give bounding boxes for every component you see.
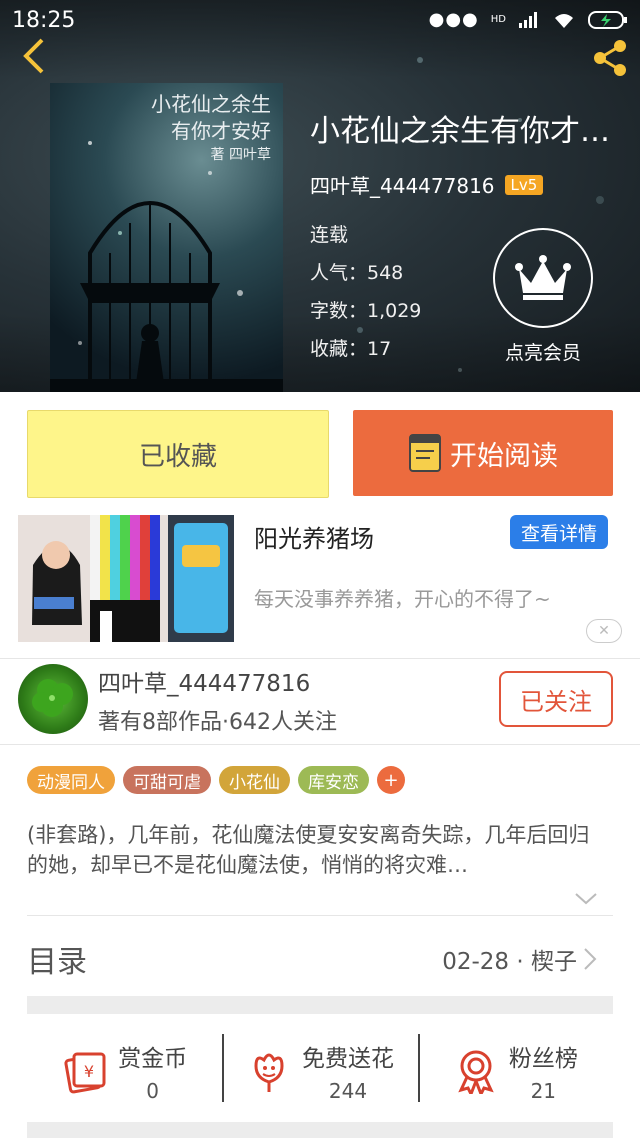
reward-label: 免费送花 xyxy=(301,1046,394,1072)
toc-latest-chapter: 02-28 · 楔子 xyxy=(442,949,577,975)
section-separator xyxy=(27,996,613,1014)
divider xyxy=(0,744,640,745)
author-summary: 著有8部作品·642人关注 xyxy=(98,710,337,735)
tag-item[interactable]: 库安恋 xyxy=(298,766,369,794)
more-dots-icon: ●●● xyxy=(428,9,479,30)
share-icon xyxy=(594,40,626,76)
cover-subtitle-line: 有你才安好 xyxy=(171,119,271,143)
ad-detail-button[interactable]: 查看详情 xyxy=(510,515,608,549)
book-cover[interactable]: 小花仙之余生 有你才安好 著 四叶草 xyxy=(50,83,283,392)
level-badge: Lv5 xyxy=(504,174,544,195)
popularity-stat: 人气：548 xyxy=(310,262,404,284)
hd-label: HD xyxy=(490,14,506,25)
send-flower-button[interactable]: 免费送花 244 xyxy=(222,1016,417,1126)
start-reading-button[interactable]: 开始阅读 xyxy=(353,410,613,496)
tag-item[interactable]: 可甜可虐 xyxy=(123,766,211,794)
book-icon xyxy=(409,434,441,472)
chevron-right-icon xyxy=(584,948,597,970)
chevron-left-icon xyxy=(23,38,44,74)
reward-label: 赏金币 xyxy=(118,1046,188,1072)
follow-button[interactable]: 已关注 xyxy=(499,671,613,727)
book-status: 连载 xyxy=(310,224,349,246)
divider xyxy=(0,658,640,659)
cover-author-line: 著 四叶草 xyxy=(210,147,271,163)
svg-text:¥: ¥ xyxy=(84,1062,94,1081)
start-reading-label: 开始阅读 xyxy=(450,440,558,472)
status-time: 18:25 xyxy=(12,8,76,33)
author-card[interactable]: 四叶草_444477816 著有8部作品·642人关注 已关注 xyxy=(18,664,622,736)
favorited-button[interactable]: 已收藏 xyxy=(27,410,329,498)
word-count-stat: 字数：1,029 xyxy=(310,300,422,322)
vip-button[interactable]: 点亮会员 xyxy=(493,228,593,365)
tag-list: 动漫同人 可甜可虐 小花仙 库安恋 + xyxy=(27,766,405,794)
book-author[interactable]: 四叶草_444477816 xyxy=(310,170,495,199)
table-of-contents-row[interactable]: 目录 02-28 · 楔子 xyxy=(27,918,597,1000)
favorites-stat: 收藏：17 xyxy=(310,338,392,360)
tag-item[interactable]: 小花仙 xyxy=(219,766,290,794)
reward-coin-button[interactable]: ¥ 赏金币 0 xyxy=(27,1016,222,1126)
ad-image-graphic xyxy=(18,515,234,642)
book-title: 小花仙之余生有你才… xyxy=(310,114,610,149)
back-button[interactable] xyxy=(14,34,54,74)
reward-bar: ¥ 赏金币 0 免费送花 244 粉丝榜 21 xyxy=(27,1016,613,1126)
expand-chevron-icon[interactable] xyxy=(574,892,598,906)
vip-label: 点亮会员 xyxy=(504,342,581,364)
reward-value: 244 xyxy=(328,1079,368,1103)
crown-icon xyxy=(515,255,571,300)
status-bar: 18:25 ●●● HD xyxy=(0,0,640,44)
ad-image[interactable] xyxy=(18,515,234,642)
battery-charging-icon xyxy=(588,10,627,29)
flower-icon xyxy=(254,1053,284,1092)
clover-avatar-graphic xyxy=(32,679,73,717)
section-separator xyxy=(27,1122,613,1138)
wifi-icon xyxy=(555,13,573,28)
tag-item[interactable]: 动漫同人 xyxy=(27,766,115,794)
book-meta: 小花仙之余生有你才… 四叶草_444477816 Lv5 连载 人气：548 字… xyxy=(310,110,620,360)
ad-title: 阳光养猪场 xyxy=(254,525,374,553)
cover-title-line: 小花仙之余生 xyxy=(151,92,271,116)
book-detail-body: 已收藏 开始阅读 阳光养猪场 查看详情 每天没事养养猪，开心的不得了~ ✕ 四叶… xyxy=(0,392,640,1138)
add-tag-icon[interactable]: + xyxy=(377,766,405,794)
toc-title: 目录 xyxy=(27,945,87,980)
medal-icon xyxy=(458,1050,494,1094)
fan-ranking-button[interactable]: 粉丝榜 21 xyxy=(417,1016,613,1126)
avatar[interactable] xyxy=(18,664,88,734)
signal-icon xyxy=(519,11,537,28)
close-icon[interactable]: ✕ xyxy=(586,619,622,643)
reward-value: 0 xyxy=(146,1079,160,1103)
reward-coin-icon: ¥ xyxy=(64,1052,106,1094)
reward-value: 21 xyxy=(530,1079,557,1103)
share-button[interactable] xyxy=(590,38,630,78)
author-name: 四叶草_444477816 xyxy=(98,671,311,697)
reward-label: 粉丝榜 xyxy=(508,1046,578,1072)
ad-description: 每天没事养养猪，开心的不得了~ xyxy=(254,587,551,611)
synopsis-text[interactable]: (非套路)，几年前，花仙魔法使夏安安离奇失踪，几年后回归的她，却早已不是花仙魔法… xyxy=(27,820,607,880)
ad-banner[interactable]: 阳光养猪场 查看详情 每天没事养养猪，开心的不得了~ ✕ xyxy=(18,515,622,643)
divider xyxy=(27,915,613,916)
